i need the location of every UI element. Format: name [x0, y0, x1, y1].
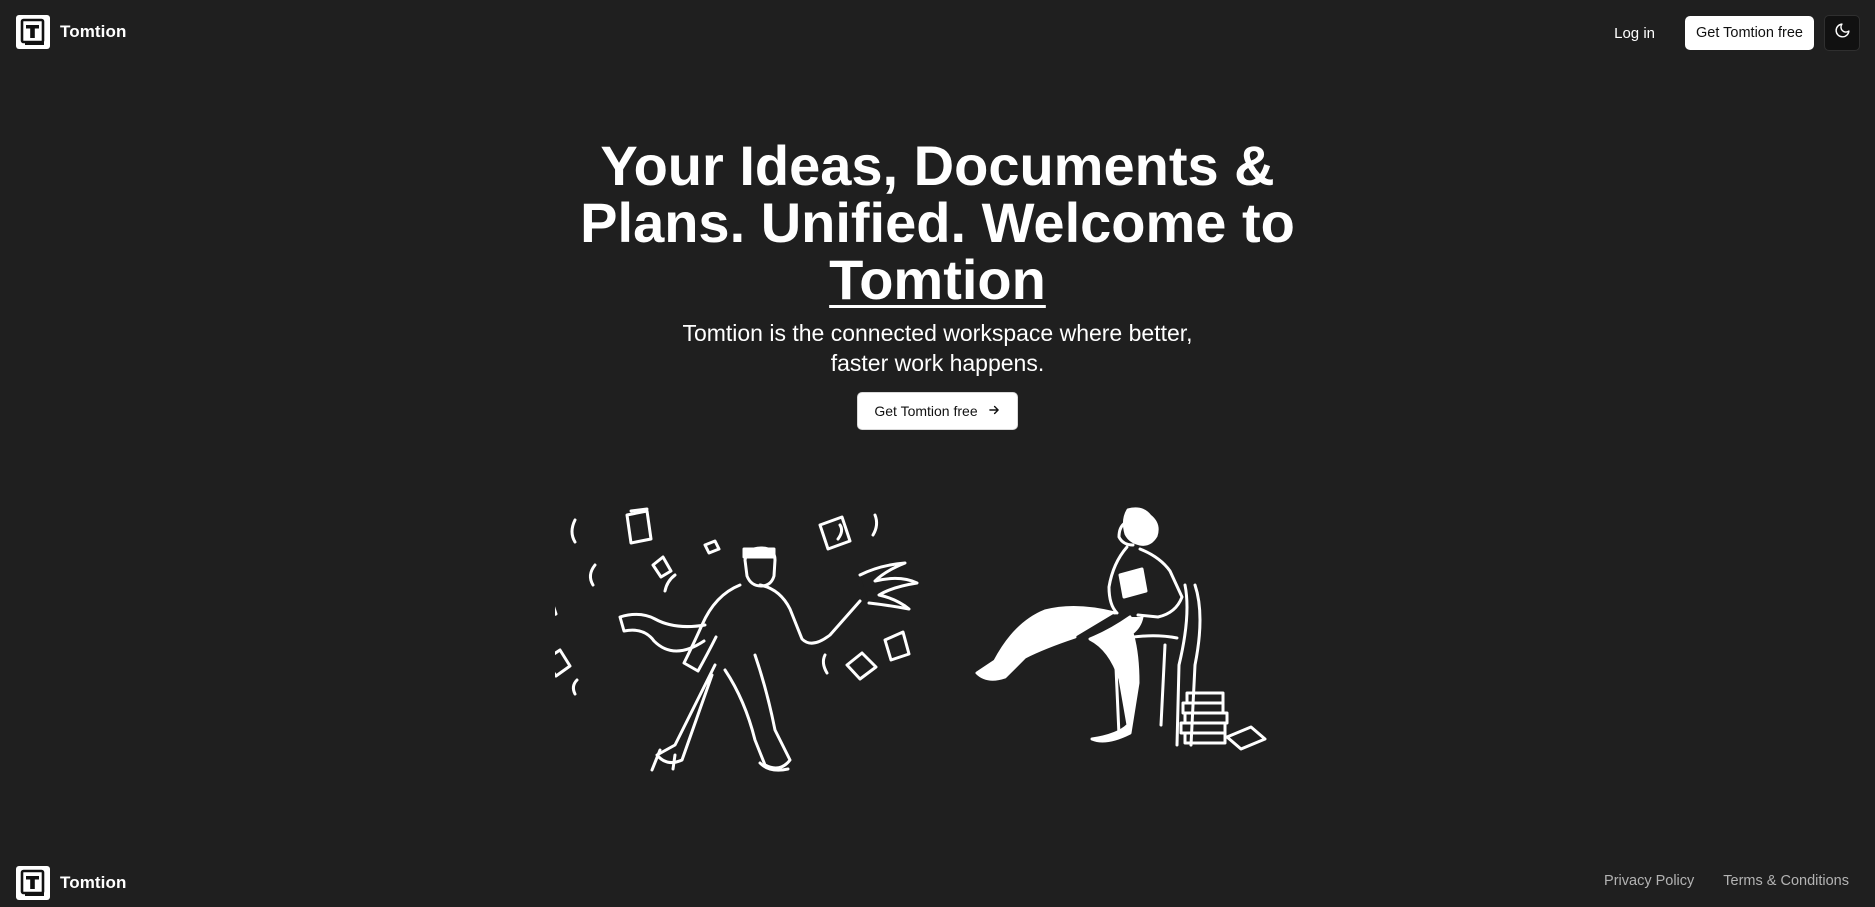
headline-brand-underlined: Tomtion	[829, 248, 1046, 311]
moon-icon	[1834, 22, 1851, 44]
theme-toggle-button[interactable]	[1824, 15, 1860, 51]
footer-brand-name: Tomtion	[60, 873, 127, 892]
hero-headline: Your Ideas, Documents & Plans. Unified. …	[558, 137, 1318, 308]
cta-wrapper: Get Tomtion free	[0, 392, 1875, 430]
get-tomtion-free-button[interactable]: Get Tomtion free	[1685, 16, 1814, 50]
hero-section: Your Ideas, Documents & Plans. Unified. …	[0, 137, 1875, 430]
footer-brand[interactable]: Tomtion	[16, 866, 126, 900]
cta-label: Get Tomtion free	[874, 403, 978, 419]
arrow-right-icon	[987, 403, 1001, 420]
privacy-policy-link[interactable]: Privacy Policy	[1604, 873, 1694, 889]
brand-link[interactable]: Tomtion	[16, 15, 126, 49]
nav-actions: Log in Get Tomtion free	[1614, 15, 1860, 51]
page: Tomtion Log in Get Tomtion free Your Ide…	[0, 0, 1875, 907]
hero-illustration	[555, 507, 1267, 772]
top-navbar: Tomtion Log in Get Tomtion free	[0, 0, 1875, 64]
hero-subheadline: Tomtion is the connected workspace where…	[682, 320, 1193, 376]
terms-conditions-link[interactable]: Terms & Conditions	[1723, 873, 1849, 889]
reading-person-illustration	[975, 507, 1267, 751]
hero-get-tomtion-free-button[interactable]: Get Tomtion free	[857, 392, 1018, 430]
login-link[interactable]: Log in	[1614, 25, 1655, 42]
tomtion-logo-icon	[16, 15, 50, 49]
brand-name: Tomtion	[60, 22, 127, 41]
juggling-person-illustration	[555, 507, 919, 772]
headline-text: Your Ideas, Documents & Plans. Unified. …	[580, 134, 1295, 254]
footer-links: Privacy Policy Terms & Conditions	[1604, 873, 1849, 889]
tomtion-logo-icon	[16, 866, 50, 900]
